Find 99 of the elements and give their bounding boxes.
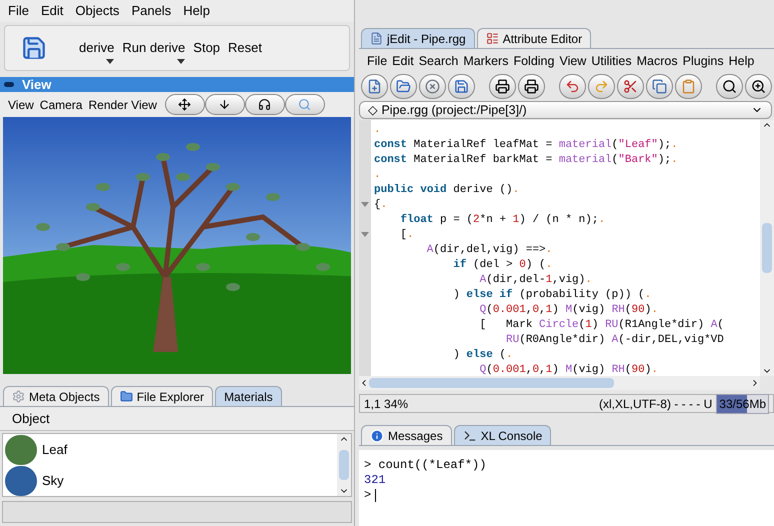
console-output: 321: [364, 473, 387, 488]
menu-item[interactable]: Markers: [463, 52, 508, 70]
code-line: float p = (2*n + 1) / (n * n);.: [399, 213, 606, 228]
save-icon[interactable]: [21, 35, 47, 61]
view-tool-button[interactable]: [204, 94, 245, 115]
search-icon: [751, 78, 766, 94]
list-icon: [486, 32, 499, 45]
headphones-icon: [258, 98, 272, 111]
gear-icon: [12, 390, 25, 403]
toolbar-button[interactable]: Run derive: [122, 32, 186, 64]
menu-item[interactable]: Object: [12, 408, 50, 428]
menu-item[interactable]: Objects: [75, 1, 120, 21]
move-icon: [178, 98, 192, 111]
printer-icon: [524, 78, 539, 94]
code-line: {.: [374, 198, 388, 213]
console-command: > count((*Leaf*)): [364, 458, 488, 473]
code-line: Q(0.001,0,1) M(vig) RH(90).: [478, 303, 659, 318]
code-line: [ Mark Circle(1) RU(R1Angle*dir) A(: [478, 318, 725, 333]
text-cursor: [375, 489, 376, 502]
material-name[interactable]: Sky: [42, 470, 64, 490]
toolbar-button[interactable]: [518, 74, 545, 98]
buffer-mode: (xl,XL,UTF-8) - - - - U: [598, 396, 712, 412]
dropdown-icon: [177, 58, 186, 64]
document-icon: [370, 32, 383, 45]
tab[interactable]: File Explorer: [110, 386, 214, 406]
info-icon: [370, 428, 384, 442]
console-prompt: >: [364, 488, 372, 503]
code-line: Q(0.001,0,1) M(vig) RH(90).: [478, 363, 659, 376]
console[interactable]: > count((*Leaf*)) 321 >: [359, 450, 774, 526]
toolbar-button[interactable]: derive: [79, 32, 114, 64]
menu-item[interactable]: File: [367, 52, 388, 70]
printer-icon: [495, 78, 510, 94]
scrollbar[interactable]: [760, 120, 774, 376]
terminal-icon: [462, 428, 477, 442]
code-line: [.: [399, 228, 415, 243]
tab[interactable]: Attribute Editor: [476, 28, 592, 48]
view-tool-button[interactable]: [164, 94, 205, 115]
code-line: .: [374, 123, 382, 138]
tab[interactable]: Messages: [361, 425, 452, 445]
undo-icon: [565, 78, 580, 94]
scrollbar[interactable]: [337, 434, 351, 496]
scrollbar[interactable]: [359, 376, 760, 390]
code-line: A(dir,del,vig) ==>.: [426, 243, 554, 258]
toolbar-button[interactable]: Stop: [193, 32, 220, 64]
copy-icon: [652, 78, 667, 94]
menu-item[interactable]: Folding: [513, 52, 554, 70]
material-name[interactable]: Leaf: [42, 440, 68, 460]
code-line: ) else (.: [452, 348, 514, 363]
menu-item[interactable]: Edit: [392, 52, 414, 70]
menu-item[interactable]: Help: [728, 52, 754, 70]
search-icon: [298, 98, 312, 111]
toolbar-button[interactable]: [489, 74, 516, 98]
menu-item[interactable]: Panels: [131, 1, 172, 21]
menu-item[interactable]: Utilities: [591, 52, 632, 70]
code-line: ) else if (probability (p)) (.: [452, 288, 652, 303]
close-icon: [425, 78, 440, 94]
code-line: .: [374, 168, 382, 183]
menu-item[interactable]: Render View: [88, 96, 157, 114]
toolbar-button[interactable]: Reset: [228, 32, 262, 64]
toolbar-button[interactable]: [745, 74, 772, 98]
tab[interactable]: Meta Objects: [3, 386, 109, 406]
scroll-thumb[interactable]: [762, 223, 772, 273]
menu-item[interactable]: Edit: [40, 1, 64, 21]
scroll-thumb[interactable]: [369, 378, 614, 388]
buffer-name: ◇ Pipe.rgg (project:/Pipe[3]/): [368, 102, 527, 119]
search-icon: [722, 78, 737, 94]
menu-item[interactable]: View: [8, 96, 34, 114]
code-line: if (del > 0) (.: [452, 258, 554, 273]
menu-item[interactable]: Macros: [636, 52, 678, 70]
menu-item[interactable]: Help: [183, 1, 210, 21]
open-folder-icon: [396, 78, 411, 94]
code-line: A(dir,del-1,vig).: [478, 273, 593, 288]
code-line: const MaterialRef barkMat = material("Bark");.: [374, 153, 679, 168]
tab[interactable]: XL Console: [454, 425, 552, 445]
code-line: RU(R0Angle*dir) A(-dir,DEL,vig*VD: [505, 333, 725, 348]
menu-item[interactable]: File: [8, 1, 29, 21]
menu-item[interactable]: Plugins: [682, 52, 724, 70]
cut-icon: [623, 78, 638, 94]
view-tool-button[interactable]: [244, 94, 285, 115]
code-line: public void derive ().: [374, 183, 520, 198]
folder-icon: [120, 390, 133, 403]
caret-position: 1,1 34%: [364, 396, 408, 412]
panel-title: View: [22, 76, 52, 94]
dropdown-icon: [106, 58, 114, 64]
menu-item[interactable]: Search: [418, 52, 458, 70]
save-icon: [454, 78, 469, 94]
redo-icon: [594, 78, 609, 94]
menu-item[interactable]: View: [559, 52, 586, 70]
tab[interactable]: jEdit - Pipe.rgg: [361, 28, 475, 48]
menu-item[interactable]: Camera: [40, 96, 82, 114]
code-editor[interactable]: [371, 120, 760, 376]
new-file-icon: [367, 78, 382, 94]
buffer-dropdown[interactable]: ◇ Pipe.rgg (project:/Pipe[3]/): [359, 101, 772, 119]
tab[interactable]: Materials: [215, 386, 282, 406]
code-line: const MaterialRef leafMat = material("Leaf");.: [374, 138, 679, 153]
scroll-thumb[interactable]: [339, 450, 349, 480]
toolbar-button[interactable]: [716, 74, 743, 98]
paste-icon: [681, 78, 696, 94]
arrow-down-icon: [218, 98, 232, 111]
